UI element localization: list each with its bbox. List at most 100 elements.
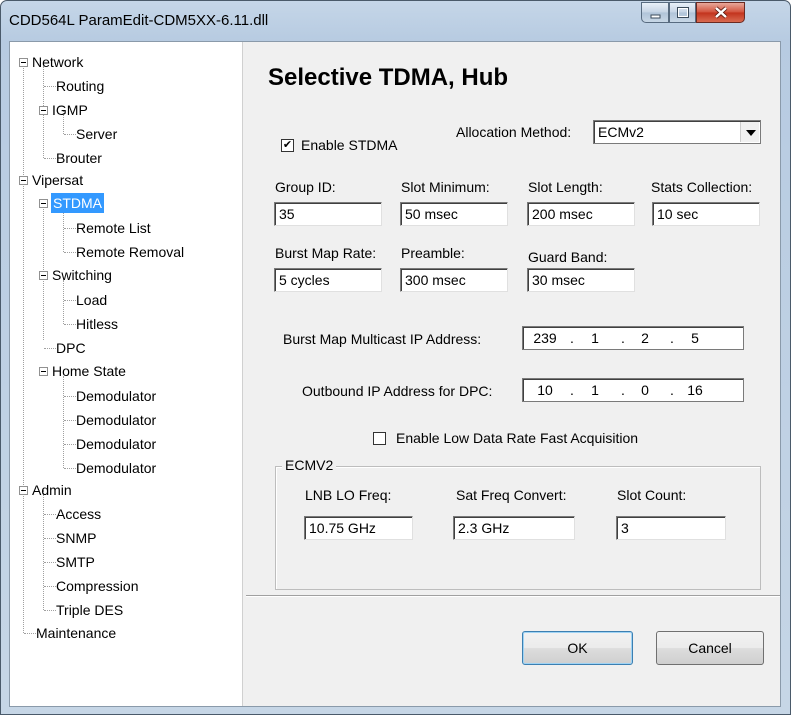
preamble-label: Preamble: [401,245,465,261]
stats-collection-label: Stats Collection: [651,179,753,195]
tree-connector [64,252,76,253]
tree-item-stdma[interactable]: STDMA [51,193,104,213]
tree-item-network[interactable]: Network [32,52,83,72]
tree-item-switching[interactable]: Switching [52,265,112,285]
tree-item-access[interactable]: Access [56,504,101,524]
tree-connector [63,280,64,324]
separator [246,595,780,597]
ok-button[interactable]: OK [522,631,633,665]
maximize-button[interactable] [669,2,696,23]
main-window: CDD564L ParamEdit-CDM5XX-6.11.dll Networ… [0,0,791,715]
tree-item-triple-des[interactable]: Triple DES [56,600,123,620]
tree-item-admin[interactable]: Admin [32,480,72,500]
enable-stdma-checkbox[interactable]: ✔ [281,139,294,152]
group-id-label: Group ID: [275,179,336,195]
slot-count-label: Slot Count: [617,487,687,503]
ecmv2-group-title: ECMV2 [282,457,337,473]
tree-item-brouter[interactable]: Brouter [56,148,102,168]
tree-connector [64,228,76,229]
cancel-button[interactable]: Cancel [656,631,764,665]
low-data-rate-label: Enable Low Data Rate Fast Acquisition [396,430,639,446]
tree-item-snmp[interactable]: SNMP [56,528,96,548]
outbound-ip-input[interactable]: 10 . 1 . 0 . 16 [522,378,744,402]
slot-count-input[interactable]: 3 [616,516,726,540]
tree-connector [23,66,24,633]
tree-item-hitless[interactable]: Hitless [76,314,118,334]
close-button[interactable] [696,2,745,23]
lnb-lo-freq-label: LNB LO Freq: [305,487,392,503]
ip-dot: . [670,330,674,346]
ip-octet[interactable]: 10 [530,379,560,401]
tree-item-demodulator[interactable]: Demodulator [76,410,156,430]
guard-band-label: Guard Band: [528,249,608,265]
tree-item-home-state[interactable]: Home State [52,361,126,381]
tree-connector [64,324,76,325]
ip-octet[interactable]: 2 [630,327,660,349]
preamble-input[interactable]: 300 msec [400,268,508,292]
tree-item-remote-removal[interactable]: Remote Removal [76,242,184,262]
settings-panel: Selective TDMA, Hub ✔ Enable STDMA Alloc… [246,42,780,706]
window-title: CDD564L ParamEdit-CDM5XX-6.11.dll [9,12,269,29]
tree-connector [44,610,56,611]
tree-connector [44,538,56,539]
allocation-method-select[interactable]: ECMv2 [593,120,761,144]
collapse-icon[interactable] [19,176,28,185]
tree-item-demodulator[interactable]: Demodulator [76,434,156,454]
stats-collection-input[interactable]: 10 sec [652,202,760,226]
outbound-ip-label: Outbound IP Address for DPC: [302,383,493,399]
tree-connector [44,514,56,515]
tree-item-smtp[interactable]: SMTP [56,552,95,572]
low-data-rate-checkbox[interactable] [373,432,386,445]
chevron-down-icon[interactable] [740,122,759,142]
group-id-input[interactable]: 35 [274,202,382,226]
tree-connector [64,420,76,421]
slot-minimum-label: Slot Minimum: [401,179,490,195]
ip-octet[interactable]: 1 [580,327,610,349]
collapse-icon[interactable] [39,106,48,115]
tree-item-maintenance[interactable]: Maintenance [36,623,116,643]
maximize-icon [677,7,689,18]
slot-minimum-input[interactable]: 50 msec [400,202,508,226]
collapse-icon[interactable] [19,486,28,495]
client-area: Network Routing IGMP Server Brouter Vipe… [9,41,781,707]
ip-dot: . [621,382,625,398]
tree-item-dpc[interactable]: DPC [56,338,86,358]
tree-item-compression[interactable]: Compression [56,576,138,596]
tree-item-demodulator[interactable]: Demodulator [76,386,156,406]
sat-freq-convert-input[interactable]: 2.3 GHz [453,516,575,540]
lnb-lo-freq-input[interactable]: 10.75 GHz [304,516,413,540]
guard-band-input[interactable]: 30 msec [527,268,635,292]
ip-octet[interactable]: 16 [680,379,710,401]
sat-freq-convert-label: Sat Freq Convert: [456,487,567,503]
slot-length-input[interactable]: 200 msec [527,202,635,226]
collapse-icon[interactable] [39,199,48,208]
allocation-method-label: Allocation Method: [456,124,572,140]
tree-connector [64,134,76,135]
collapse-icon[interactable] [39,271,48,280]
tree-item-load[interactable]: Load [76,290,107,310]
minimize-button[interactable] [641,2,669,23]
burst-map-ip-input[interactable]: 239 . 1 . 2 . 5 [522,326,744,350]
ip-octet[interactable]: 0 [630,379,660,401]
tree-item-igmp[interactable]: IGMP [52,100,88,120]
ip-octet[interactable]: 239 [530,327,560,349]
tree-connector [64,444,76,445]
collapse-icon[interactable] [39,367,48,376]
burst-map-rate-input[interactable]: 5 cycles [274,268,382,292]
minimize-icon [650,14,661,19]
tree-connector [43,490,44,610]
ip-octet[interactable]: 5 [680,327,710,349]
tree-item-server[interactable]: Server [76,124,117,144]
burst-map-ip-label: Burst Map Multicast IP Address: [283,331,482,347]
tree-item-vipersat[interactable]: Vipersat [32,170,83,190]
tree-connector [64,396,76,397]
tree-item-remote-list[interactable]: Remote List [76,218,151,238]
tree-item-demodulator[interactable]: Demodulator [76,458,156,478]
tree-connector [64,468,76,469]
ip-octet[interactable]: 1 [580,379,610,401]
close-icon [714,6,728,19]
collapse-icon[interactable] [19,58,28,67]
tree-item-routing[interactable]: Routing [56,76,104,96]
title-bar[interactable]: CDD564L ParamEdit-CDM5XX-6.11.dll [1,1,790,41]
tree-connector [44,562,56,563]
